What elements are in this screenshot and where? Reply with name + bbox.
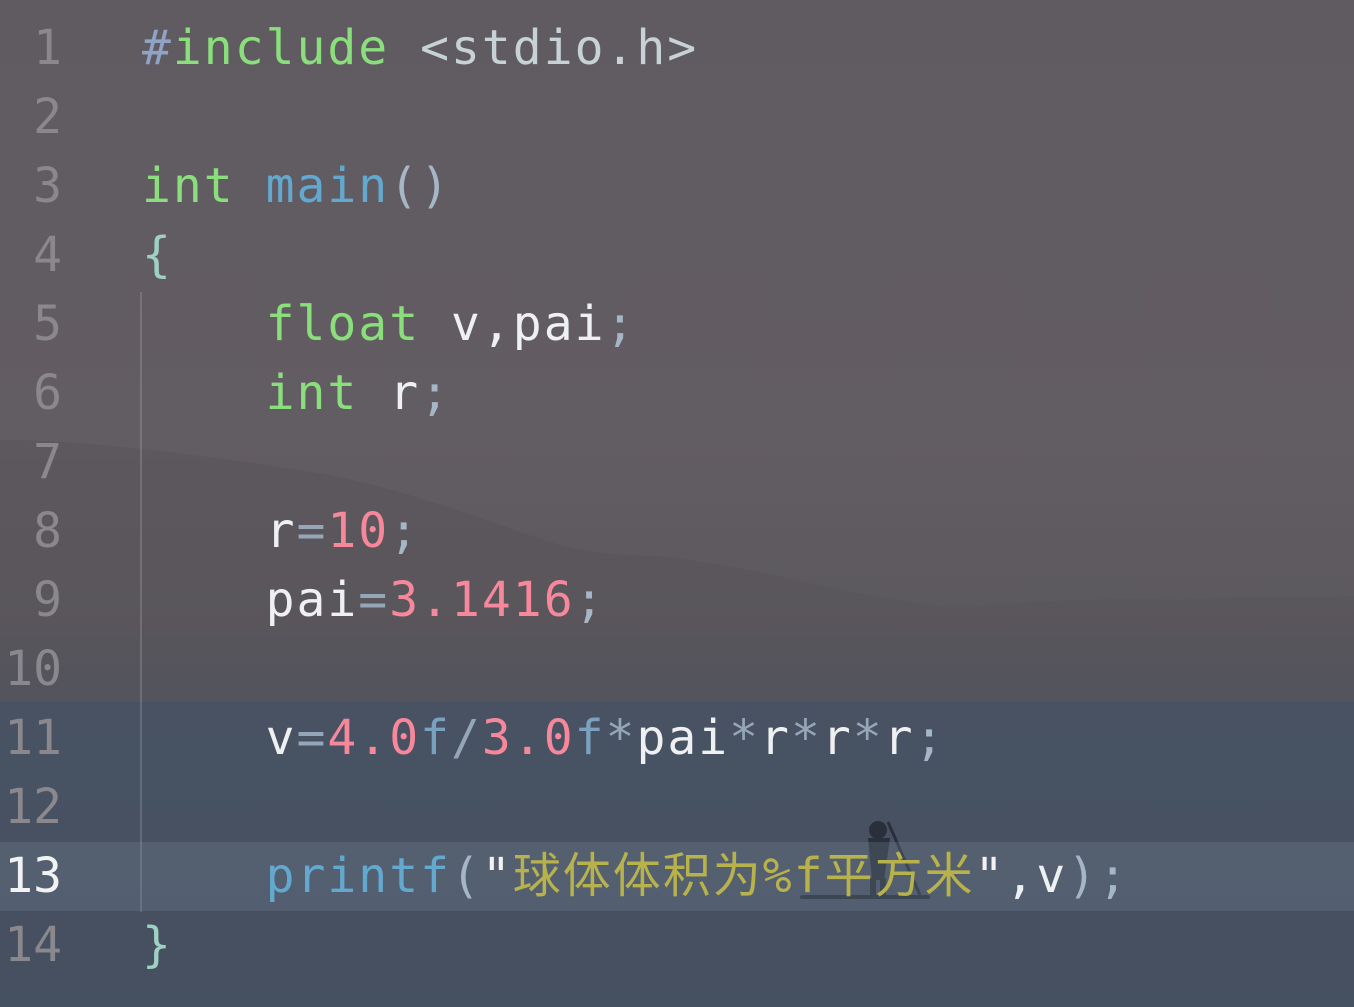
code-token: pai [636,710,730,766]
code-text[interactable]: printf("球体体积为%f平方米",v); [142,842,1129,911]
line-number: 7 [33,434,62,490]
code-line[interactable]: 6 int r; [0,359,1354,428]
code-token: () [389,158,451,214]
code-token: * [605,710,637,766]
code-token: 4.0 [327,710,421,766]
code-line[interactable]: 11 v=4.0f/3.0f*pai*r*r*r; [0,704,1354,773]
code-text[interactable]: float v,pai; [142,290,636,359]
code-token: ; [389,503,421,559]
line-number: 2 [33,89,62,145]
code-token: f [574,710,606,766]
code-text[interactable]: int r; [142,359,451,428]
code-token: int [265,365,359,421]
code-text[interactable]: pai=3.1416; [142,566,606,635]
code-token: 10 [327,503,390,559]
code-token: ); [1067,848,1130,904]
code-line[interactable]: 14} [0,911,1354,980]
code-token: float [265,296,421,352]
code-line[interactable]: 2 [0,83,1354,152]
line-number: 8 [33,503,62,559]
code-token: 球体体积为%f平方米 [512,848,975,904]
code-token: f [420,710,452,766]
code-token: * [852,710,884,766]
code-token: = [296,503,328,559]
code-line[interactable]: 13 printf("球体体积为%f平方米",v); [0,842,1354,911]
code-line[interactable]: 8 r=10; [0,497,1354,566]
code-token: = [358,572,390,628]
code-line[interactable]: 3 int main() [0,152,1354,221]
code-line[interactable]: 7 [0,428,1354,497]
code-token: v [265,710,297,766]
code-text[interactable]: { [142,221,173,290]
code-text[interactable]: int main() [142,152,451,221]
code-token: * [790,710,822,766]
line-number: 9 [33,572,62,628]
code-token: * [729,710,761,766]
line-number: 6 [33,365,62,421]
code-text[interactable]: #include <stdio.h> [142,14,698,83]
line-number: 3 [33,158,62,214]
line-number: 5 [33,296,62,352]
code-line[interactable]: 12 [0,773,1354,842]
code-token: { [142,227,173,283]
line-number: 1 [33,20,62,76]
code-text[interactable]: v=4.0f/3.0f*pai*r*r*r; [142,704,945,773]
line-number: 14 [4,917,62,973]
code-token: " [974,848,1006,904]
line-number: 12 [4,779,62,835]
code-token: r [760,710,791,766]
code-token: ; [420,365,451,421]
code-line[interactable]: 1 #include <stdio.h> [0,14,1354,83]
code-line[interactable]: 5 float v,pai; [0,290,1354,359]
code-token: ; [574,572,606,628]
code-token: main [265,158,390,214]
line-number: 11 [4,710,62,766]
code-token: r [265,503,297,559]
code-line[interactable]: 9 pai=3.1416; [0,566,1354,635]
code-token: } [142,917,173,973]
code-token: pai [265,572,359,628]
code-token: 3.0 [481,710,575,766]
code-token: ( [450,848,482,904]
code-token: / [451,710,482,766]
code-token: printf [265,848,451,904]
code-token: r [358,365,421,421]
code-editor[interactable]: 1 #include <stdio.h> 2 3 int main() 4{5 float… [0,0,1354,1007]
code-token: v,pai [420,296,606,352]
code-token: r [821,710,853,766]
code-token: <stdio.h> [420,20,699,76]
code-text[interactable]: } [142,911,173,980]
line-number: 10 [4,641,62,697]
code-token: = [296,710,328,766]
code-token: 3.1416 [389,572,575,628]
code-token: ; [605,296,637,352]
code-token: # [142,20,173,76]
code-token: int [142,158,235,214]
code-token: include [172,20,390,76]
code-token: ; [914,710,946,766]
code-token: r [883,710,915,766]
code-token: " [481,848,513,904]
code-line[interactable]: 10 [0,635,1354,704]
line-number: 4 [33,227,62,283]
line-number: 13 [4,848,62,904]
code-line[interactable]: 4{ [0,221,1354,290]
code-text[interactable]: r=10; [142,497,420,566]
code-token: ,v [1005,848,1068,904]
